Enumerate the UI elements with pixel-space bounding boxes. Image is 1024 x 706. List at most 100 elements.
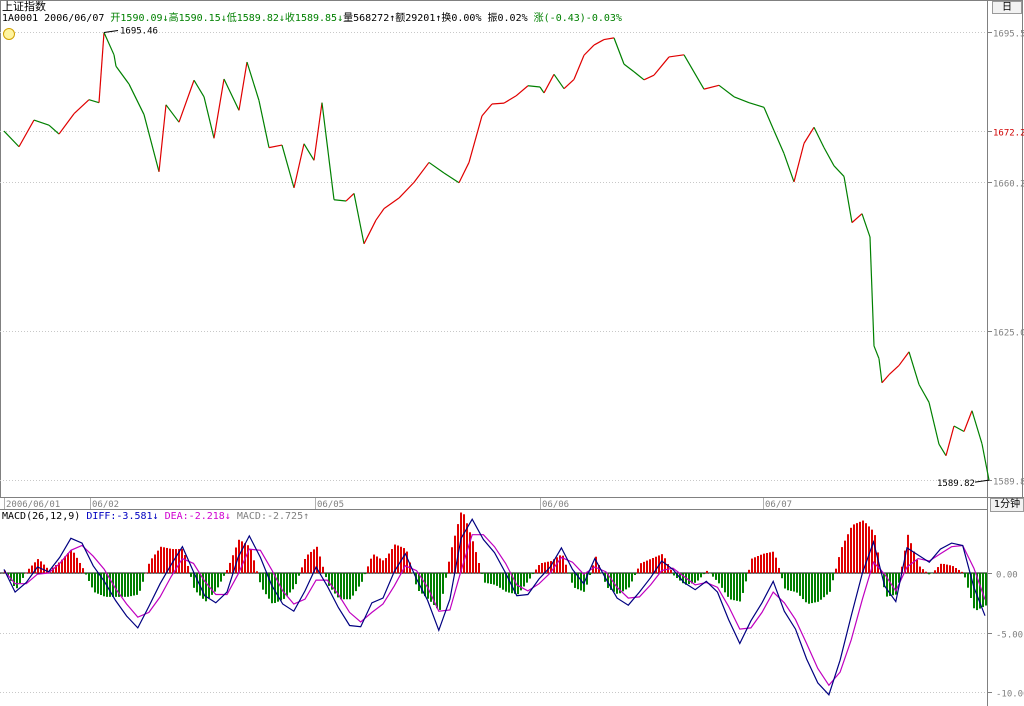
price-segment xyxy=(748,102,765,108)
macd-histogram-bar xyxy=(157,550,159,573)
macd-histogram-bar xyxy=(442,572,444,594)
price-segment xyxy=(333,199,347,202)
macd-histogram-bar xyxy=(370,558,372,573)
macd-histogram-bar xyxy=(964,572,966,578)
price-segment xyxy=(33,119,50,126)
macd-histogram-bar xyxy=(496,572,498,586)
price-segment xyxy=(878,358,883,383)
price-segment xyxy=(783,153,795,183)
macd-histogram-bar xyxy=(262,572,264,590)
macd-histogram-bar xyxy=(739,572,741,602)
macd-histogram-bar xyxy=(571,572,573,583)
macd-histogram-bar xyxy=(643,561,645,573)
macd-histogram xyxy=(4,512,987,611)
macd-histogram-bar xyxy=(748,569,750,573)
macd-histogram-bar xyxy=(541,562,543,573)
info-marker-icon[interactable] xyxy=(3,28,15,40)
price-segment xyxy=(593,39,605,46)
price-segment xyxy=(843,176,853,223)
macd-histogram-bar xyxy=(94,572,96,593)
price-segment xyxy=(321,102,335,200)
macd-histogram-bar xyxy=(502,572,504,590)
price-segment xyxy=(115,65,130,85)
macd-histogram-bar xyxy=(622,572,624,592)
price-segment xyxy=(928,402,940,445)
macd-histogram-bar xyxy=(958,569,960,573)
price-segment xyxy=(353,193,365,244)
macd-histogram-bar xyxy=(37,559,39,573)
macd-histogram-bar xyxy=(79,562,81,573)
price-segment xyxy=(18,119,35,148)
price-annotations: 1695.46 1589.82 xyxy=(103,27,990,489)
day-period-button[interactable]: 日 xyxy=(992,1,1022,14)
macd-histogram-bar xyxy=(523,572,525,587)
one-minute-period-button[interactable]: 1分钟 xyxy=(990,498,1024,512)
price-segment xyxy=(633,71,645,81)
macd-histogram-bar xyxy=(646,560,648,573)
macd-histogram-bar xyxy=(373,554,375,573)
price-segment xyxy=(938,443,947,456)
macd-histogram-bar xyxy=(721,572,723,588)
macd-histogram-bar xyxy=(850,527,852,573)
macd-histogram-bar xyxy=(304,558,306,573)
price-panel-frame xyxy=(0,0,1023,498)
macd-histogram-bar xyxy=(637,568,639,573)
macd-histogram-bar xyxy=(961,571,963,573)
macd-histogram-bar xyxy=(343,572,345,600)
quote-line: 1A0001 2006/06/07 开1590.09↓高1590.15↓低158… xyxy=(2,13,622,25)
macd-histogram-bar xyxy=(91,572,93,588)
macd-histogram-bar xyxy=(259,572,261,583)
macd-histogram-bar xyxy=(955,568,957,573)
macd-histogram-bar xyxy=(31,565,33,573)
macd-histogram-bar xyxy=(697,572,699,581)
price-segment xyxy=(515,85,529,97)
macd-histogram-bar xyxy=(388,553,390,573)
macd-histogram-bar xyxy=(364,572,366,575)
macd-histogram-bar xyxy=(289,572,291,593)
macd-histogram-bar xyxy=(142,572,144,582)
macd-histogram-bar xyxy=(16,572,18,589)
macd-histogram-bar xyxy=(253,560,255,573)
macd-histogram-bar xyxy=(859,521,861,573)
macd-histogram-bar xyxy=(385,558,387,573)
macd-histogram-bar xyxy=(154,554,156,573)
diff-line xyxy=(3,517,986,696)
price-segment xyxy=(763,107,775,131)
macd-histogram-bar xyxy=(145,572,147,574)
macd-histogram-bar xyxy=(538,565,540,573)
price-segment xyxy=(3,130,20,148)
macd-histogram-bar xyxy=(928,572,930,575)
macd-histogram-bar xyxy=(547,561,549,573)
macd-histogram-bar xyxy=(568,572,570,574)
chart-canvas[interactable]: 2006/06/01 06/02 06/05 06/06 06/07 1695.5 167… xyxy=(0,0,1024,706)
macd-histogram-bar xyxy=(727,572,729,597)
price-segment xyxy=(908,351,920,385)
macd-histogram-bar xyxy=(226,570,228,573)
price-segment xyxy=(881,374,890,384)
price-segment xyxy=(203,96,215,139)
macd-histogram-bar xyxy=(73,552,75,573)
price-segment xyxy=(823,147,835,167)
macd-histogram-bar xyxy=(70,550,72,573)
macd-histogram-bar xyxy=(130,572,132,597)
macd-histogram-bar xyxy=(799,572,801,596)
low-annotation-label: 1589.82 xyxy=(937,479,975,489)
price-segment xyxy=(553,73,565,90)
macd-histogram-bar xyxy=(574,572,576,588)
macd-histogram-bar xyxy=(43,564,45,573)
price-segment xyxy=(733,96,750,104)
macd-histogram-bar xyxy=(508,572,510,593)
macd-histogram-bar xyxy=(532,572,534,575)
macd-histogram-bar xyxy=(358,572,360,587)
macd-histogram-bar xyxy=(115,572,117,597)
macd-histogram-bar xyxy=(787,572,789,591)
macd-histogram-bar xyxy=(796,572,798,593)
price-segment xyxy=(918,384,930,403)
price-segment xyxy=(668,54,685,58)
macd-histogram-bar xyxy=(649,559,651,573)
macd-histogram-bar xyxy=(838,557,840,573)
macd-histogram-bar xyxy=(163,547,165,573)
macd-histogram-bar xyxy=(322,566,324,573)
macd-histogram-bar xyxy=(718,572,720,584)
date-axis: 2006/06/01 06/02 06/05 06/06 06/07 xyxy=(4,498,792,510)
